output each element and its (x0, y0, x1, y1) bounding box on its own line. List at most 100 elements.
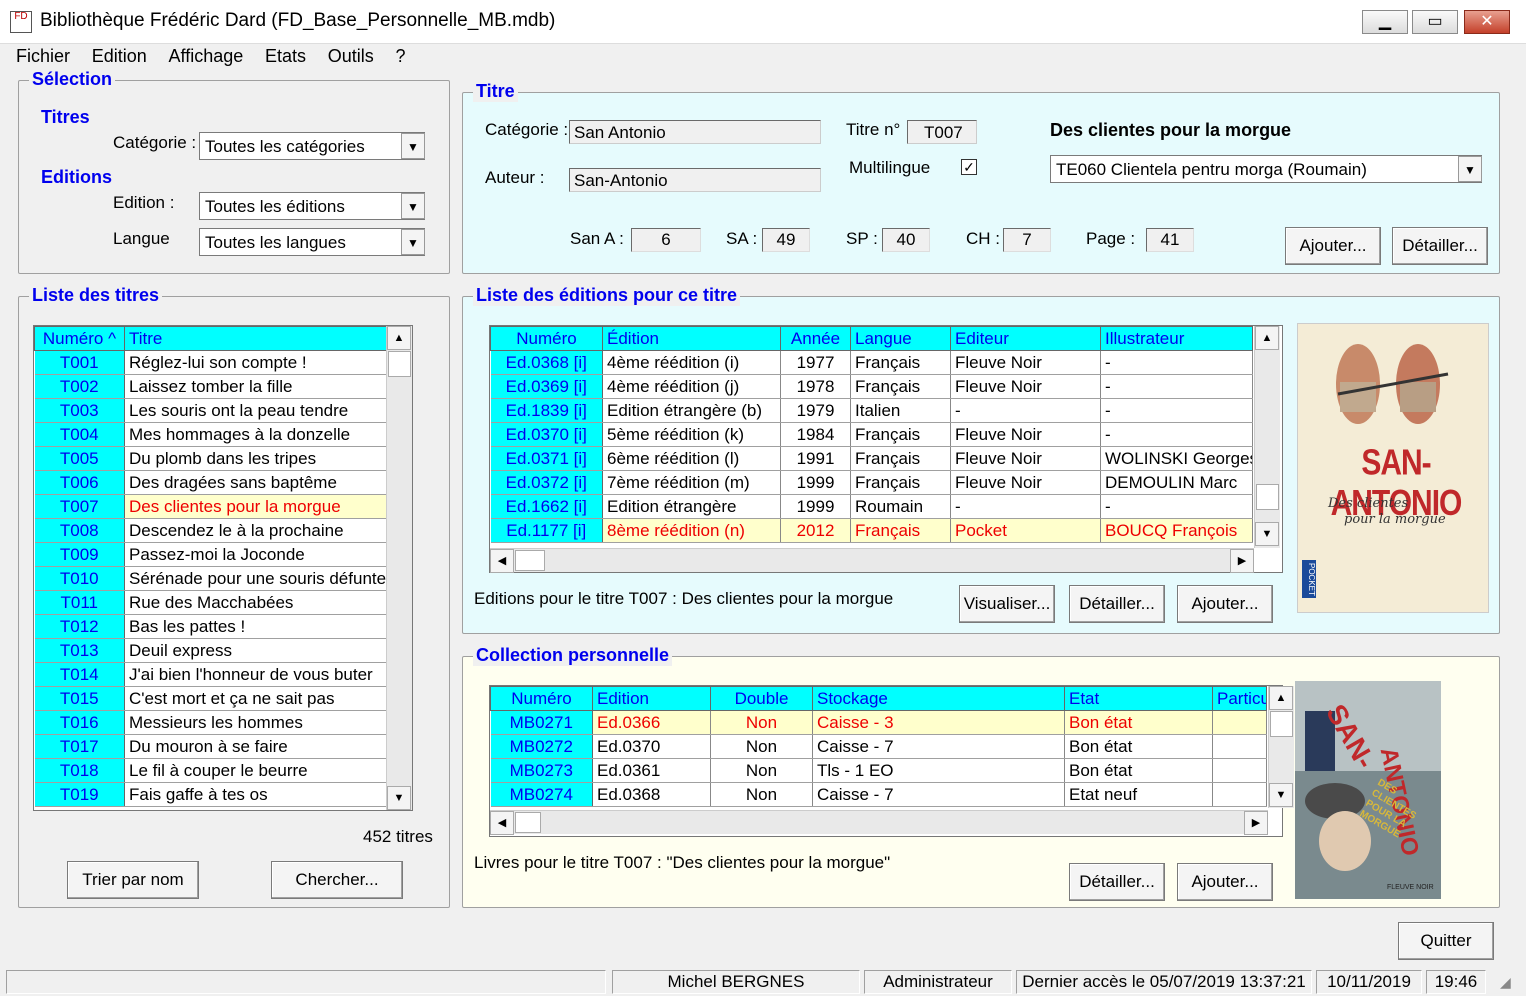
table-row[interactable]: T019 Fais gaffe à tes os (34, 782, 387, 807)
table-row[interactable]: Ed.1662 [i] Edition étrangère 1999 Roumain -… (490, 494, 1253, 519)
titres-vscrollbar[interactable]: ▲ ▼ (386, 326, 412, 810)
table-row[interactable]: Ed.0371 [i] 6ème réédition (l) 1991 Françai… (490, 446, 1253, 471)
menu-fichier[interactable]: Fichier (8, 44, 78, 68)
menu-affichage[interactable]: Affichage (161, 44, 252, 68)
table-row[interactable]: T001 Réglez-lui son compte ! (34, 350, 387, 375)
column-header[interactable]: Etat (1064, 686, 1213, 711)
table-row[interactable]: T017 Du mouron à se faire (34, 734, 387, 759)
table-row[interactable]: T012 Bas les pattes ! (34, 614, 387, 639)
table-row[interactable]: T013 Deuil express (34, 638, 387, 663)
table-row[interactable]: T010 Sérénade pour une souris défunte (34, 566, 387, 591)
collection-grid[interactable]: Numéro Edition Double Stockage Etat Particu MB… (489, 685, 1294, 837)
table-row[interactable]: T002 Laissez tomber la fille (34, 374, 387, 399)
table-row[interactable]: T006 Des dragées sans baptême (34, 470, 387, 495)
column-header[interactable]: Editeur (950, 326, 1101, 351)
table-row[interactable]: T003 Les souris ont la peau tendre (34, 398, 387, 423)
minimize-button[interactable]: ▁ (1362, 10, 1408, 34)
table-row[interactable]: T005 Du plomb dans les tripes (34, 446, 387, 471)
table-row[interactable]: Ed.0372 [i] 7ème réédition (m) 1999 Françai… (490, 470, 1253, 495)
editions-hscrollbar[interactable]: ◀ ▶ (490, 548, 1254, 573)
titre-ajouter-button[interactable]: Ajouter... (1285, 227, 1381, 265)
categorie-select[interactable]: Toutes les catégories ▼ (199, 132, 425, 160)
table-row[interactable]: Ed.0368 [i] 4ème réédition (i) 1977 Françai… (490, 350, 1253, 375)
menu-help[interactable]: ? (388, 44, 414, 68)
titre-detailler-button[interactable]: Détailler... (1392, 227, 1488, 265)
column-header[interactable]: Particu (1212, 686, 1267, 711)
table-row[interactable]: MB0274 Ed.0368 Non Caisse - 7 Etat neuf (490, 782, 1267, 807)
scroll-up-icon[interactable]: ▲ (1269, 686, 1293, 710)
table-row[interactable]: Ed.1177 [i] 8ème réédition (n) 2012 Françai… (490, 518, 1253, 543)
scroll-left-icon[interactable]: ◀ (490, 811, 514, 835)
visualiser-button[interactable]: Visualiser... (959, 585, 1055, 623)
scroll-up-icon[interactable]: ▲ (1255, 326, 1279, 350)
column-header[interactable]: Titre (124, 326, 387, 351)
chercher-button[interactable]: Chercher... (271, 861, 403, 899)
column-header[interactable]: Numéro (490, 326, 603, 351)
column-header[interactable]: Illustrateur (1100, 326, 1253, 351)
table-row[interactable]: T011 Rue des Macchabées (34, 590, 387, 615)
hscroll-thumb[interactable] (515, 812, 541, 833)
column-header[interactable]: Numéro ^ (34, 326, 125, 351)
table-row[interactable]: T009 Passez-moi la Joconde (34, 542, 387, 567)
table-row[interactable]: T014 J'ai bien l'honneur de vous buter (34, 662, 387, 687)
titre-number-cell: T011 (34, 590, 125, 615)
edition-select[interactable]: Toutes les éditions ▼ (199, 192, 425, 220)
table-row[interactable]: T008 Descendez le à la prochaine (34, 518, 387, 543)
column-header[interactable]: Numéro (490, 686, 593, 711)
column-header[interactable]: Stockage (812, 686, 1065, 711)
column-header[interactable]: Edition (592, 686, 711, 711)
menu-edition[interactable]: Edition (84, 44, 155, 68)
collection-detailler-button[interactable]: Détailler... (1069, 863, 1165, 901)
menu-etats[interactable]: Etats (257, 44, 314, 68)
chevron-down-icon[interactable]: ▼ (1458, 156, 1482, 182)
table-row[interactable]: T004 Mes hommages à la donzelle (34, 422, 387, 447)
chevron-down-icon[interactable]: ▼ (401, 229, 425, 255)
close-button[interactable]: ✕ (1464, 10, 1510, 34)
table-row[interactable]: MB0273 Ed.0361 Non Tls - 1 EO Bon état (490, 758, 1267, 783)
table-row[interactable]: T018 Le fil à couper le beurre (34, 758, 387, 783)
table-cell: 8ème réédition (n) (602, 518, 781, 543)
editions-detailler-button[interactable]: Détailler... (1069, 585, 1165, 623)
menu-outils[interactable]: Outils (320, 44, 382, 68)
collection-hscrollbar[interactable]: ◀ ▶ (490, 810, 1268, 835)
scroll-down-icon[interactable]: ▼ (1255, 522, 1279, 546)
editions-vscrollbar[interactable]: ▲ ▼ (1254, 326, 1280, 548)
editions-table: Numéro Édition Année Langue Editeur Illustrat… (490, 326, 1253, 543)
chevron-down-icon[interactable]: ▼ (401, 133, 425, 159)
titres-grid[interactable]: Numéro ^ Titre T001 Réglez-lui son compte !… (33, 325, 413, 811)
scroll-left-icon[interactable]: ◀ (490, 549, 514, 573)
column-header[interactable]: Édition (602, 326, 781, 351)
trier-par-nom-button[interactable]: Trier par nom (67, 861, 199, 899)
translation-select[interactable]: TE060 Clientela pentru morga (Roumain) ▼ (1050, 155, 1482, 183)
column-header[interactable]: Année (780, 326, 851, 351)
column-header[interactable]: Double (710, 686, 813, 711)
quitter-button[interactable]: Quitter (1398, 922, 1494, 960)
collection-vscrollbar[interactable]: ▲ ▼ (1268, 686, 1294, 808)
table-row[interactable]: T015 C'est mort et ça ne sait pas (34, 686, 387, 711)
table-row[interactable]: Ed.0369 [i] 4ème réédition (j) 1978 Françai… (490, 374, 1253, 399)
maximize-button[interactable]: ▭ (1412, 10, 1458, 34)
langue-select[interactable]: Toutes les langues ▼ (199, 228, 425, 256)
editions-ajouter-button[interactable]: Ajouter... (1177, 585, 1273, 623)
scroll-right-icon[interactable]: ▶ (1230, 549, 1254, 573)
table-row[interactable]: T016 Messieurs les hommes (34, 710, 387, 735)
scroll-thumb[interactable] (388, 351, 411, 377)
table-row[interactable]: MB0272 Ed.0370 Non Caisse - 7 Bon état (490, 734, 1267, 759)
scroll-up-icon[interactable]: ▲ (387, 326, 411, 350)
table-row[interactable]: Ed.0370 [i] 5ème réédition (k) 1984 Françai… (490, 422, 1253, 447)
scroll-down-icon[interactable]: ▼ (387, 786, 411, 810)
editions-grid[interactable]: Numéro Édition Année Langue Editeur Illustrat… (489, 325, 1283, 573)
table-row[interactable]: T007 Des clientes pour la morgue (34, 494, 387, 519)
scroll-thumb[interactable] (1270, 711, 1293, 737)
table-row[interactable]: MB0271 Ed.0366 Non Caisse - 3 Bon état (490, 710, 1267, 735)
multilingue-checkbox[interactable]: ✓ (961, 159, 977, 175)
resize-grip-icon[interactable]: ◢ (1500, 974, 1511, 991)
column-header[interactable]: Langue (850, 326, 951, 351)
hscroll-thumb[interactable] (515, 550, 545, 571)
scroll-thumb[interactable] (1256, 484, 1279, 510)
table-row[interactable]: Ed.1839 [i] Edition étrangère (b) 1979 Ital… (490, 398, 1253, 423)
scroll-down-icon[interactable]: ▼ (1269, 783, 1293, 807)
chevron-down-icon[interactable]: ▼ (401, 193, 425, 219)
scroll-right-icon[interactable]: ▶ (1244, 811, 1268, 835)
collection-ajouter-button[interactable]: Ajouter... (1177, 863, 1273, 901)
